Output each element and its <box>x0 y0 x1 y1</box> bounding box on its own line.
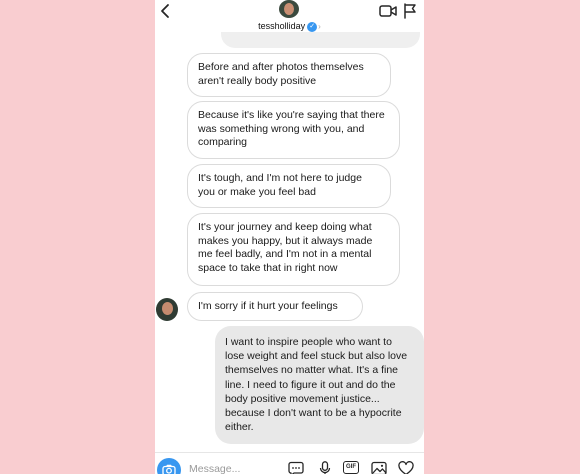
camera-icon <box>162 464 176 474</box>
camera-button[interactable] <box>157 458 181 474</box>
message-bubble[interactable]: I'm sorry if it hurt your feelings <box>187 292 363 321</box>
profile-avatar[interactable] <box>279 0 299 18</box>
message-bubble[interactable]: Because it's like you're saying that the… <box>187 101 400 159</box>
chevron-right-icon: › <box>318 22 321 31</box>
gif-button[interactable]: GIF <box>343 461 359 474</box>
message-text: I'm sorry if it hurt your feelings <box>198 300 338 312</box>
previous-message-bubble <box>221 32 420 48</box>
flag-icon[interactable] <box>403 3 417 19</box>
chat-bubble-icon[interactable] <box>288 461 304 474</box>
message-text: I want to inspire people who want to los… <box>225 336 408 434</box>
message-text: Because it's like you're saying that the… <box>198 109 385 149</box>
message-text: It's tough, and I'm not here to judge yo… <box>198 172 362 198</box>
message-bubble[interactable]: Before and after photos themselves aren'… <box>187 53 391 97</box>
message-text: It's your journey and keep doing what ma… <box>198 221 373 274</box>
dm-thread-screen: tessholliday ✓ › Before and after photos t… <box>155 0 424 474</box>
message-bubble[interactable]: It's tough, and I'm not here to judge yo… <box>187 164 391 208</box>
gallery-icon[interactable] <box>371 461 387 474</box>
username: tessholliday <box>258 21 306 31</box>
heart-icon[interactable] <box>398 461 414 474</box>
sent-message-bubble[interactable]: I want to inspire people who want to los… <box>215 326 424 444</box>
message-bubble[interactable]: It's your journey and keep doing what ma… <box>187 213 400 286</box>
message-composer: GIF <box>155 452 424 474</box>
message-input[interactable] <box>189 461 279 474</box>
message-text: Before and after photos themselves aren'… <box>198 61 364 87</box>
verified-badge-icon: ✓ <box>307 21 318 32</box>
sender-avatar[interactable] <box>156 298 178 321</box>
video-call-icon[interactable] <box>379 4 397 18</box>
back-arrow-icon[interactable] <box>158 2 172 20</box>
microphone-icon[interactable] <box>317 461 333 474</box>
